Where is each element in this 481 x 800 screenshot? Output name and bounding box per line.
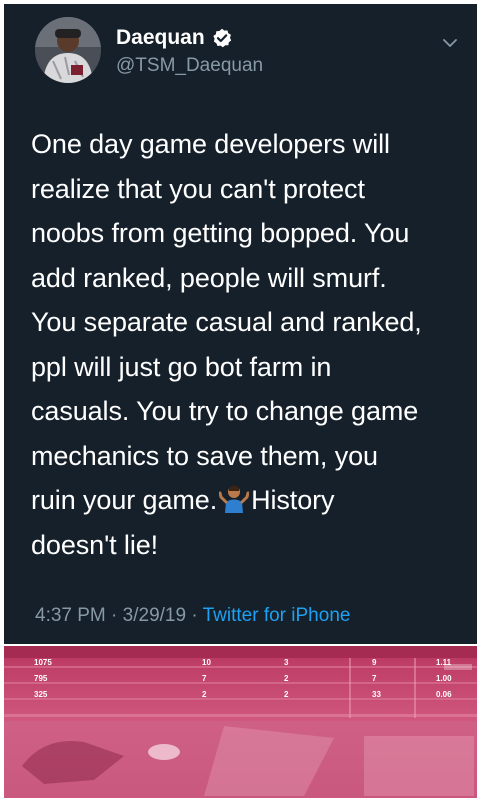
game-stats-photo: 1075 10 3 9 1.11 795 7 2 7 1.00 325 2 2 33 0.06 (4, 646, 477, 798)
stat-cell: 0.06 (436, 690, 452, 699)
stat-cell: 2 (284, 674, 289, 683)
tweet-text-line: You separate casual and ranked, (31, 307, 422, 337)
stat-cell: 33 (372, 690, 381, 699)
tweet-text-line: mechanics to save them, you (31, 440, 378, 471)
tweet-text-line: ruin your game. History (31, 478, 461, 523)
stat-cell: 1.11 (436, 658, 452, 667)
tweet-text: One day game developers will realize tha… (31, 122, 461, 567)
tweet-text-line: One day game developers will (31, 129, 390, 159)
tweet-meta: 4:37 PM · 3/29/19 · Twitter for iPhone (35, 604, 350, 628)
stat-cell: 325 (34, 690, 48, 699)
tweet-card[interactable]: Daequan @TSM_Daequan One day game develo… (4, 4, 477, 644)
author-display-name[interactable]: Daequan (116, 26, 205, 50)
tweet-text-line: realize that you can't protect (31, 173, 365, 204)
stat-cell: 2 (202, 690, 207, 699)
stat-cell: 7 (202, 674, 207, 683)
chevron-down-icon[interactable] (441, 34, 459, 52)
tweet-time[interactable]: 4:37 PM (35, 605, 106, 626)
tweet-text-line: casuals. You try to change game (31, 396, 419, 426)
stat-cell: 1.00 (436, 674, 452, 683)
tweet-source-link[interactable]: Twitter for iPhone (203, 605, 351, 626)
stat-cell: 7 (372, 674, 377, 683)
stat-cell: 1075 (34, 658, 52, 667)
stat-cell: 10 (202, 658, 211, 667)
screenshot-page: Daequan @TSM_Daequan One day game develo… (0, 0, 481, 800)
stat-cell: 2 (284, 690, 289, 699)
author-name-row: Daequan (116, 26, 232, 50)
tweet-text-segment: History (251, 485, 335, 515)
person-shrugging-emoji-icon (218, 482, 250, 513)
meta-separator: · (105, 605, 123, 626)
stat-cell: 3 (284, 658, 289, 667)
author-handle[interactable]: @TSM_Daequan (116, 55, 263, 77)
tweet-text-line: noobs from getting bopped. You (31, 218, 410, 248)
meta-separator: · (186, 605, 203, 626)
tweet-text-line: ppl will just go bot farm in (31, 351, 332, 382)
verified-badge-icon (212, 28, 232, 48)
tweet-text-segment: ruin your game. (31, 485, 218, 515)
stat-cell: 795 (34, 674, 48, 683)
tweet-text-line: doesn't lie! (31, 529, 159, 560)
tweet-text-line: add ranked, people will smurf. (31, 262, 387, 293)
tweet-date[interactable]: 3/29/19 (123, 605, 186, 626)
stat-cell: 9 (372, 658, 377, 667)
avatar[interactable] (35, 17, 101, 83)
